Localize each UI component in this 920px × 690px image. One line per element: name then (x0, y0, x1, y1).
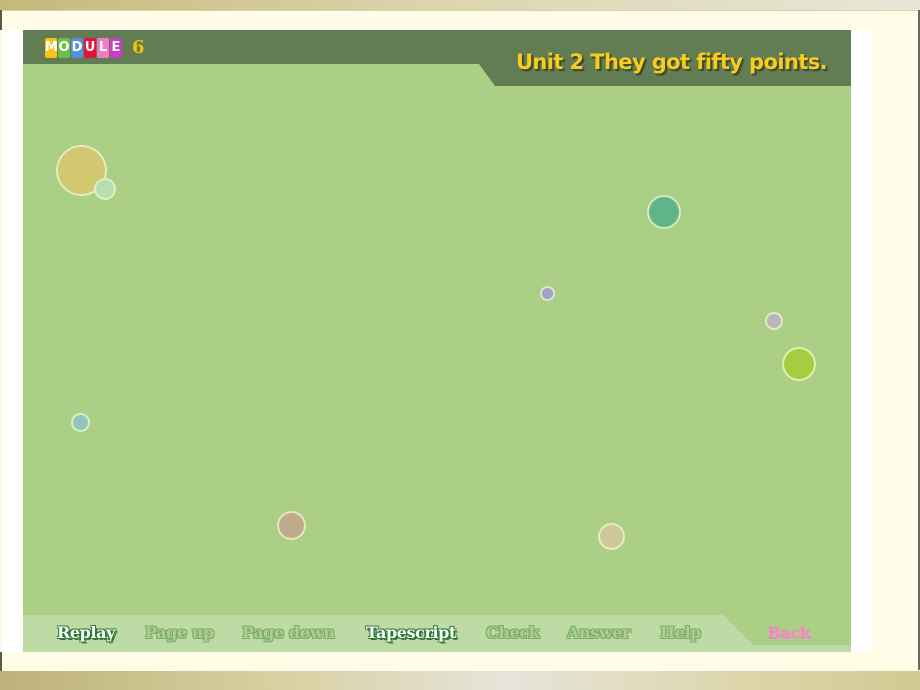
bottom-decor-bar (0, 671, 920, 690)
check-button[interactable]: Check (486, 623, 540, 642)
module-letter-d: D (71, 38, 83, 58)
unit-title: Unit 2 They got fifty points. (515, 50, 828, 74)
bubble-lime (782, 347, 816, 381)
module-letter-m: M (45, 38, 58, 58)
bubble-grey-small (765, 312, 783, 330)
bubble-mint-small (94, 178, 116, 200)
replay-button[interactable]: Replay (57, 623, 115, 642)
module-letter-l: L (97, 38, 109, 58)
module-letter-e: E (110, 38, 122, 58)
module-letter-u: U (84, 38, 96, 58)
lesson-stage: M O D U L E 6 Unit 2 They got fifty poin… (23, 30, 851, 652)
tapescript-button[interactable]: Tapescript (366, 623, 456, 642)
answer-button[interactable]: Answer (567, 623, 630, 642)
bubble-blue-small (71, 413, 90, 432)
module-letter-o: O (58, 38, 70, 58)
module-number: 6 (132, 37, 145, 58)
left-edge-line (0, 10, 2, 30)
bubble-tan (277, 511, 306, 540)
page-down-button[interactable]: Page down (242, 623, 335, 642)
bubble-purple-tiny (540, 286, 555, 301)
bubble-teal (647, 195, 681, 229)
bubble-beige (598, 523, 625, 550)
help-button[interactable]: Help (660, 623, 701, 642)
page-up-button[interactable]: Page up (145, 623, 214, 642)
top-decor-bar (0, 0, 920, 11)
module-logo: M O D U L E 6 (45, 38, 145, 58)
back-button[interactable]: Back (767, 623, 811, 642)
left-edge-line-bottom (0, 652, 2, 672)
